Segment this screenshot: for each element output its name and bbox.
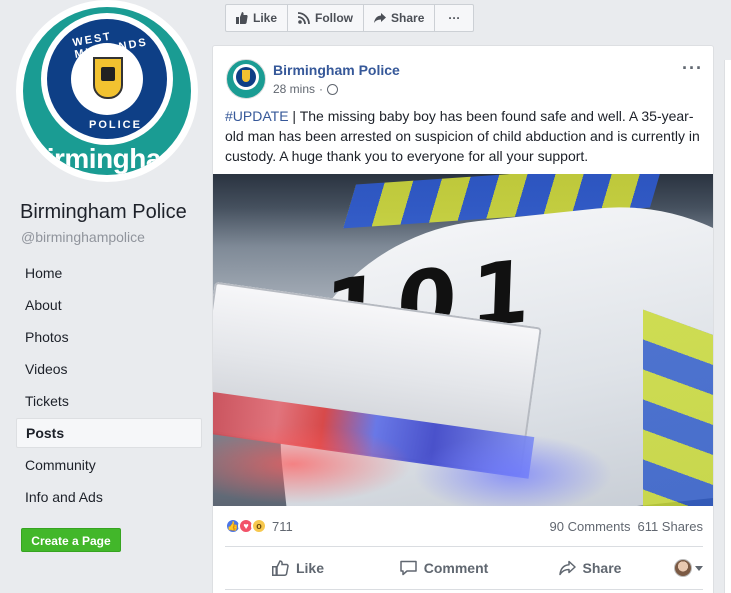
hashtag-link[interactable]: #UPDATE <box>225 108 289 124</box>
page-title[interactable]: Birmingham Police <box>20 201 187 224</box>
right-column-panel <box>724 60 731 593</box>
post-body: #UPDATE | The missing baby boy has been … <box>225 106 703 166</box>
page-follow-button[interactable]: Follow <box>288 5 365 31</box>
post-share-button[interactable]: Share <box>517 560 663 576</box>
post-author-name[interactable]: Birmingham Police <box>273 62 400 78</box>
page-share-button[interactable]: Share <box>364 5 436 31</box>
page-sidebar: WEST MIDLANDS POLICE Birmingham Birmingh… <box>0 0 212 593</box>
post-share-label: Share <box>582 560 622 576</box>
share-arrow-icon <box>558 560 576 576</box>
page-like-label: Like <box>253 11 278 25</box>
page-like-button[interactable]: Like <box>226 5 289 31</box>
page-share-label: Share <box>391 11 425 25</box>
sidebar-item-videos[interactable]: Videos <box>16 353 202 385</box>
crest-icon <box>242 70 250 82</box>
rss-icon <box>298 12 310 24</box>
page-action-bar: Like Follow Share ··· <box>225 4 475 32</box>
page-handle[interactable]: @birminghampolice <box>21 229 145 245</box>
reactions-summary: 👍 ♥ o 711 90 Comments 611 Shares <box>225 514 703 538</box>
globe-icon <box>327 83 339 95</box>
sidebar-item-tickets[interactable]: Tickets <box>16 385 202 417</box>
post-like-label: Like <box>295 560 324 576</box>
shares-count[interactable]: 611 Shares <box>637 519 703 534</box>
post-action-bar: Like Comment Share <box>225 551 703 585</box>
meta-separator: · <box>319 82 324 96</box>
crest-icon <box>93 57 123 99</box>
avatar: WEST MIDLANDS POLICE Birmingham <box>23 7 191 175</box>
post-comment-button[interactable]: Comment <box>371 560 517 576</box>
chevron-down-icon <box>695 565 703 571</box>
post-comment-label: Comment <box>423 560 489 576</box>
post-as-selector[interactable] <box>663 559 703 577</box>
post-text: | The missing baby boy has been found sa… <box>225 108 700 164</box>
sidebar-item-home[interactable]: Home <box>16 257 202 289</box>
post-stats: 90 Comments 611 Shares <box>550 519 703 534</box>
sidebar-nav: Home About Photos Videos Tickets Posts C… <box>16 257 202 513</box>
user-avatar <box>674 559 692 577</box>
page-more-button[interactable]: ··· <box>435 5 473 31</box>
badge-ring-bottom-text: POLICE <box>89 119 142 131</box>
post-author-avatar[interactable] <box>226 59 266 99</box>
page-profile-picture[interactable]: WEST MIDLANDS POLICE Birmingham <box>16 0 198 182</box>
post-meta: 28 mins · <box>273 82 339 96</box>
divider <box>225 589 703 590</box>
thumbs-up-icon <box>236 12 248 24</box>
post-options-button[interactable]: ··· <box>682 58 703 79</box>
sidebar-item-posts[interactable]: Posts <box>16 418 202 448</box>
avatar-city-text: Birmingham <box>27 143 186 174</box>
share-arrow-icon <box>374 13 387 23</box>
sidebar-item-photos[interactable]: Photos <box>16 321 202 353</box>
police-badge-logo: WEST MIDLANDS POLICE <box>41 13 173 145</box>
sidebar-item-info-and-ads[interactable]: Info and Ads <box>16 481 202 513</box>
post-card: Birmingham Police 28 mins · ··· #UPDATE … <box>212 45 714 593</box>
wow-reaction-icon: o <box>251 518 267 534</box>
reaction-count[interactable]: 711 <box>272 519 293 534</box>
thumbs-up-icon <box>271 560 289 576</box>
post-timestamp[interactable]: 28 mins <box>273 82 315 96</box>
create-page-button[interactable]: Create a Page <box>21 528 121 552</box>
post-photo[interactable]: 101 <box>213 174 713 506</box>
reaction-icons[interactable]: 👍 ♥ o 711 <box>225 518 293 534</box>
comments-count[interactable]: 90 Comments <box>550 519 631 534</box>
sidebar-item-community[interactable]: Community <box>16 449 202 481</box>
sidebar-item-about[interactable]: About <box>16 289 202 321</box>
post-like-button[interactable]: Like <box>225 560 371 576</box>
divider <box>225 546 703 547</box>
page-follow-label: Follow <box>315 11 354 25</box>
comment-icon <box>399 560 417 576</box>
